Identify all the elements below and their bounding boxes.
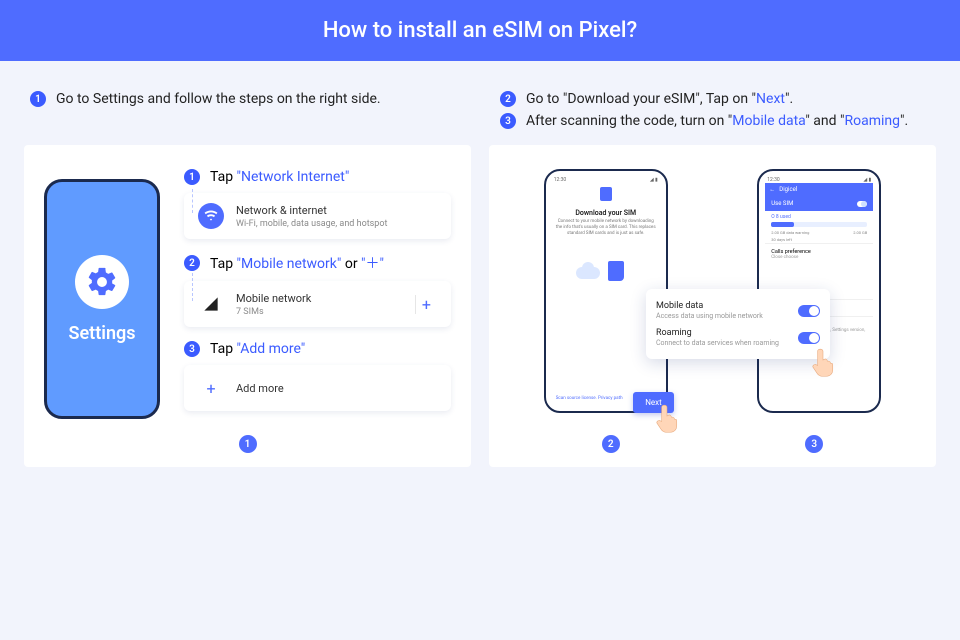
step-3-badge: 3 <box>184 341 200 357</box>
step-2-highlight-plus: "＋" <box>361 256 384 272</box>
instruction-1-text: Go to Settings and follow the steps on t… <box>56 91 381 107</box>
steps-column: 1 Tap "Network Internet" Network & inter… <box>184 169 451 425</box>
dotline-1 <box>192 189 193 213</box>
sim-card-icon <box>608 261 624 281</box>
card2-title: Mobile network <box>236 292 397 305</box>
step-3-highlight: "Add more" <box>237 341 306 357</box>
instruction-1: 1 Go to Settings and follow the steps on… <box>30 91 460 107</box>
roaming-link: Roaming <box>844 113 900 129</box>
instructions-right: 2 Go to "Download your eSIM", Tap on "Ne… <box>500 85 930 135</box>
data-usage-bar <box>771 222 867 227</box>
panel-right-footer: 2 3 <box>509 435 916 453</box>
step-badge-2: 2 <box>500 91 516 107</box>
card2-sub: 7 SIMs <box>236 307 397 317</box>
step-badge-1: 1 <box>30 91 46 107</box>
page-title: How to install an eSIM on Pixel? <box>323 18 637 43</box>
panels-row: Settings 1 Tap "Network Internet" Networ… <box>0 145 960 467</box>
footer-step-3: 3 <box>805 435 823 453</box>
step-3: 3 Tap "Add more" + Add more <box>184 341 451 411</box>
panel-right: 12:30◢ ▮ Download your SIM Connect to yo… <box>489 145 936 467</box>
mobile-data-sub: Access data using mobile network <box>656 312 763 320</box>
step-badge-3: 3 <box>500 113 516 129</box>
step-2-highlight: "Mobile network" <box>237 256 342 272</box>
mobile-data-title: Mobile data <box>656 301 763 311</box>
page-header: How to install an eSIM on Pixel? <box>0 0 960 61</box>
mobile-network-card[interactable]: Mobile network 7 SIMs + <box>184 281 451 327</box>
signal-icon <box>198 291 224 317</box>
dotline-2 <box>192 273 193 301</box>
privacy-links[interactable]: Scan source license. Privacy path <box>556 396 623 401</box>
step-1-badge: 1 <box>184 169 200 185</box>
hand-pointer-icon <box>810 347 836 377</box>
roaming-row[interactable]: RoamingConnect to data services when roa… <box>656 324 820 351</box>
panel-left: Settings 1 Tap "Network Internet" Networ… <box>24 145 471 467</box>
instructions-left: 1 Go to Settings and follow the steps on… <box>30 85 460 135</box>
step-2: 2 Tap "Mobile network" or "＋" Mobile net… <box>184 253 451 327</box>
data-warn-row: 2.00 GB data warning2.00 GB <box>765 229 873 236</box>
data-used-row: O 8 used <box>765 211 873 220</box>
card3-title: Add more <box>236 382 437 395</box>
mobile-data-link: Mobile data <box>732 113 805 129</box>
settings-phone: Settings <box>44 179 160 419</box>
next-link: Next <box>756 91 785 107</box>
settings-label: Settings <box>69 323 136 344</box>
instructions-row: 1 Go to Settings and follow the steps on… <box>0 61 960 145</box>
roaming-toggle[interactable] <box>798 332 820 344</box>
roaming-title: Roaming <box>656 328 779 338</box>
use-sim-toggle-icon <box>857 201 867 207</box>
use-sim-row[interactable]: Use SIM <box>765 196 873 211</box>
download-sim-title: Download your SIM <box>575 209 636 217</box>
instruction-2: 2 Go to "Download your eSIM", Tap on "Ne… <box>500 91 930 107</box>
step-1: 1 Tap "Network Internet" Network & inter… <box>184 169 451 239</box>
instruction-3: 3 After scanning the code, turn on "Mobi… <box>500 113 930 129</box>
footer-step-2: 2 <box>602 435 620 453</box>
plus-icon[interactable]: + <box>415 295 437 314</box>
card1-sub: Wi-Fi, mobile, data usage, and hotspot <box>236 219 437 229</box>
mobile-data-popup: Mobile dataAccess data using mobile netw… <box>646 289 830 359</box>
mobile-data-row[interactable]: Mobile dataAccess data using mobile netw… <box>656 297 820 324</box>
instruction-2-text: Go to "Download your eSIM", Tap on "Next… <box>526 91 793 107</box>
calls-pref-row[interactable]: Calls preferenceClose choose <box>765 243 873 265</box>
step-1-highlight: "Network Internet" <box>237 169 350 185</box>
download-sim-desc: Connect to your mobile network by downlo… <box>556 219 656 237</box>
plus-icon: + <box>198 375 224 401</box>
add-more-card[interactable]: + Add more <box>184 365 451 411</box>
wifi-icon <box>198 203 224 229</box>
roaming-sub: Connect to data services when roaming <box>656 339 779 347</box>
sim-icon <box>600 187 612 201</box>
card1-title: Network & internet <box>236 204 437 217</box>
cloud-sim-illustration <box>576 257 636 293</box>
hand-pointer-icon <box>654 403 680 433</box>
carrier-header: ←Digicel <box>765 183 873 196</box>
step-2-badge: 2 <box>184 255 200 271</box>
days-left-row: 30 days left <box>765 236 873 243</box>
panel-left-footer: 1 <box>44 435 451 453</box>
footer-step-1: 1 <box>239 435 257 453</box>
cloud-icon <box>576 267 600 279</box>
gear-icon <box>75 255 129 309</box>
mobile-data-toggle[interactable] <box>798 305 820 317</box>
network-internet-card[interactable]: Network & internet Wi-Fi, mobile, data u… <box>184 193 451 239</box>
instruction-3-text: After scanning the code, turn on "Mobile… <box>526 113 908 129</box>
